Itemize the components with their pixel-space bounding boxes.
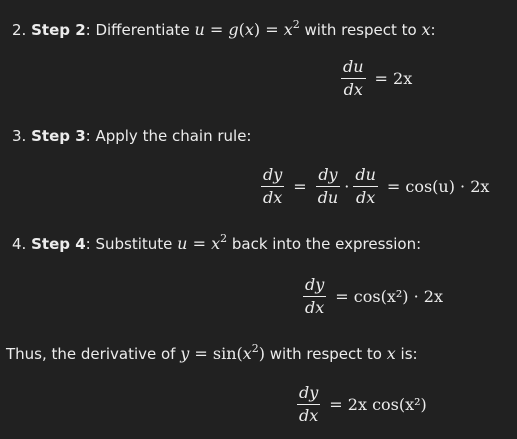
step-text: : Apply the chain rule: <box>85 127 252 145</box>
fraction-dy-du: dy du <box>316 166 341 207</box>
fraction-dy-dx: dy dx <box>297 384 321 425</box>
step-suffix: back into the expression: <box>227 235 422 253</box>
fraction-denominator: dx <box>263 188 283 207</box>
step-number: 4. <box>12 235 27 253</box>
conclusion-suffix: with respect to <box>265 345 387 363</box>
step-title: Step 3 <box>31 127 86 145</box>
fraction-denominator: du <box>317 188 339 207</box>
step-end: : <box>430 21 436 39</box>
equation-final: dy dx = 2x cos(x²) <box>294 384 433 425</box>
fraction-numerator: dy <box>316 166 340 187</box>
equation-rhs: = 2x cos(x²) <box>329 395 427 414</box>
equation-rhs: = cos(x²) · 2x <box>335 287 443 306</box>
fraction-numerator: dy <box>303 276 327 297</box>
step-math: u = g(x) = x2 <box>194 18 300 39</box>
step-text: : Substitute <box>85 235 178 253</box>
step-number: 3. <box>12 127 27 145</box>
fraction-denominator: dx <box>305 298 325 317</box>
fraction-numerator: du <box>353 166 378 187</box>
step-title: Step 2 <box>31 21 86 39</box>
fraction-dy-dx: dy dx <box>261 166 285 207</box>
step-2-line: 2. Step 2: Differentiate u = g(x) = x2 w… <box>12 18 436 40</box>
fraction-denominator: dx <box>355 188 376 207</box>
equation-rhs: = 2x <box>374 69 413 88</box>
equation-rhs: = cos(u) · 2x <box>386 177 490 196</box>
fraction-numerator: dy <box>261 166 285 187</box>
equals-sign: = <box>293 177 307 196</box>
fraction-numerator: du <box>341 58 366 79</box>
equation-du-dx: du dx = 2x <box>338 58 418 99</box>
fraction-denominator: dx <box>299 406 319 425</box>
conclusion-line: Thus, the derivative of y = sin(x2) with… <box>6 342 418 364</box>
conclusion-math: y = sin(x2) <box>180 342 266 363</box>
step-math: u = x2 <box>177 232 228 253</box>
fraction-du-dx: du dx <box>341 58 366 99</box>
conclusion-prefix: Thus, the derivative of <box>6 345 181 363</box>
fraction-du-dx: du dx <box>353 166 378 207</box>
fraction-numerator: dy <box>297 384 321 405</box>
equation-substituted: dy dx = cos(x²) · 2x <box>300 276 449 317</box>
conclusion-var: x <box>386 344 396 363</box>
fraction-denominator: dx <box>343 80 363 99</box>
step-4-line: 4. Step 4: Substitute u = x2 back into t… <box>12 232 422 254</box>
step-3-line: 3. Step 3: Apply the chain rule: <box>12 126 251 146</box>
fraction-dy-dx: dy dx <box>303 276 327 317</box>
step-suffix: with respect to <box>299 21 422 39</box>
dot-operator: · <box>344 177 350 196</box>
step-var: x <box>421 20 431 39</box>
conclusion-end: is: <box>395 345 418 363</box>
step-text: : Differentiate <box>85 21 195 39</box>
step-number: 2. <box>12 21 27 39</box>
step-title: Step 4 <box>31 235 86 253</box>
equation-chain-rule: dy dx = dy du · du dx = cos(u) · 2x <box>258 166 495 207</box>
